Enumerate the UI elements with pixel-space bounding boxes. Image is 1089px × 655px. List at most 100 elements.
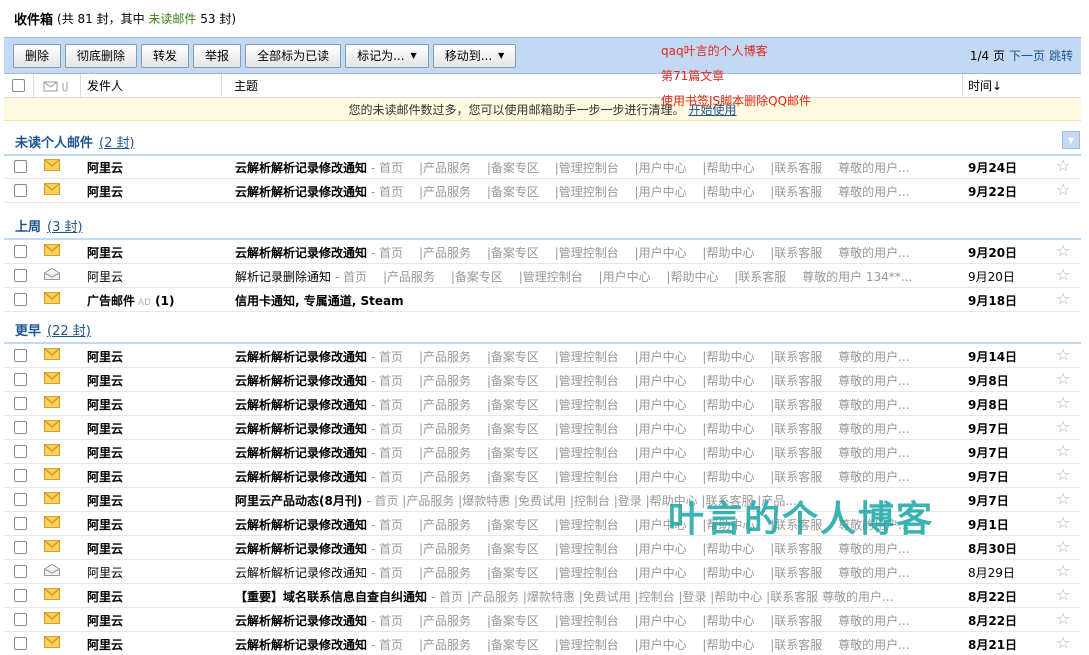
row-checkbox[interactable] [14,493,27,506]
sender-name[interactable]: 阿里云 [87,268,123,285]
mail-subject[interactable]: 云解析解析记录修改通知 - 首页 |产品服务 |备案专区 |管理控制台 |用户中心… [235,540,950,557]
star-outline-icon[interactable]: ☆ [1056,633,1070,652]
row-checkbox[interactable] [14,421,27,434]
mail-row[interactable]: 阿里云 云解析解析记录修改通知 - 首页 |产品服务 |备案专区 |管理控制台 |用… [4,179,1081,203]
star-outline-icon[interactable]: ☆ [1056,417,1070,436]
star-outline-icon[interactable]: ☆ [1056,345,1070,364]
row-checkbox[interactable] [14,245,27,258]
sender-name[interactable]: 阿里云 [87,564,123,581]
subject-column-header[interactable]: 主题 [222,74,963,97]
select-all-checkbox[interactable] [12,79,25,92]
permanent-delete-button[interactable]: 彻底删除 [65,43,138,68]
mail-subject[interactable]: 云解析解析记录修改通知 - 首页 |产品服务 |备案专区 |管理控制台 |用户中心… [235,564,950,581]
unread-link[interactable]: 未读邮件 [148,12,196,26]
sender-name[interactable]: 阿里云 [87,588,123,605]
row-checkbox[interactable] [14,445,27,458]
row-checkbox[interactable] [14,349,27,362]
group-header[interactable]: 更早 (22 封) [4,316,1081,344]
row-checkbox[interactable] [14,373,27,386]
mail-row[interactable]: 阿里云 云解析解析记录修改通知 - 首页 |产品服务 |备案专区 |管理控制台 |用… [4,440,1081,464]
mark-as-dropdown[interactable]: 标记为... ▼ [345,43,429,68]
move-to-dropdown[interactable]: 移动到... ▼ [432,43,517,68]
mail-row[interactable]: 阿里云 云解析解析记录修改通知 - 首页 |产品服务 |备案专区 |管理控制台 |用… [4,416,1081,440]
sender-name[interactable]: 阿里云 [87,348,123,365]
mail-subject[interactable]: 云解析解析记录修改通知 - 首页 |产品服务 |备案专区 |管理控制台 |用户中心… [235,636,950,653]
star-outline-icon[interactable]: ☆ [1056,513,1070,532]
mail-subject[interactable]: 【重要】域名联系信息自查自纠通知 - 首页 |产品服务 |爆款特惠 |免费试用 |… [235,588,950,605]
row-checkbox[interactable] [14,517,27,530]
sender-name[interactable]: 阿里云 [87,540,123,557]
star-outline-icon[interactable]: ☆ [1056,609,1070,628]
mail-subject[interactable]: 云解析解析记录修改通知 - 首页 |产品服务 |备案专区 |管理控制台 |用户中心… [235,396,950,413]
mail-subject[interactable]: 云解析解析记录修改通知 - 首页 |产品服务 |备案专区 |管理控制台 |用户中心… [235,244,950,261]
star-outline-icon[interactable]: ☆ [1056,585,1070,604]
mail-row[interactable]: 阿里云 【重要】域名联系信息自查自纠通知 - 首页 |产品服务 |爆款特惠 |免费试… [4,584,1081,608]
from-column-header[interactable]: 发件人 [81,74,222,97]
sender-name[interactable]: 阿里云 [87,612,123,629]
row-checkbox[interactable] [14,469,27,482]
row-checkbox[interactable] [14,184,27,197]
mail-row[interactable]: 阿里云 云解析解析记录修改通知 - 首页 |产品服务 |备案专区 |管理控制台 |用… [4,240,1081,264]
mail-subject[interactable]: 云解析解析记录修改通知 - 首页 |产品服务 |备案专区 |管理控制台 |用户中心… [235,159,950,176]
mark-all-read-button[interactable]: 全部标为已读 [245,43,342,68]
mail-row[interactable]: 阿里云 云解析解析记录修改通知 - 首页 |产品服务 |备案专区 |管理控制台 |用… [4,392,1081,416]
star-outline-icon[interactable]: ☆ [1056,393,1070,412]
star-outline-icon[interactable]: ☆ [1056,561,1070,580]
mail-subject[interactable]: 云解析解析记录修改通知 - 首页 |产品服务 |备案专区 |管理控制台 |用户中心… [235,468,950,485]
sender-name[interactable]: 阿里云 [87,516,123,533]
mail-subject[interactable]: 云解析解析记录修改通知 - 首页 |产品服务 |备案专区 |管理控制台 |用户中心… [235,372,950,389]
star-outline-icon[interactable]: ☆ [1056,369,1070,388]
mail-subject[interactable]: 信用卡通知, 专属通道, Steam [235,292,950,309]
row-checkbox[interactable] [14,160,27,173]
sender-name[interactable]: 阿里云 [87,244,123,261]
mail-subject[interactable]: 云解析解析记录修改通知 - 首页 |产品服务 |备案专区 |管理控制台 |用户中心… [235,183,950,200]
star-outline-icon[interactable]: ☆ [1056,441,1070,460]
star-outline-icon[interactable]: ☆ [1056,241,1070,260]
sender-name[interactable]: 广告邮件 AD (1) [87,292,174,309]
star-outline-icon[interactable]: ☆ [1056,465,1070,484]
mail-row[interactable]: 阿里云 云解析解析记录修改通知 - 首页 |产品服务 |备案专区 |管理控制台 |用… [4,344,1081,368]
sender-name[interactable]: 阿里云 [87,636,123,653]
mail-subject[interactable]: 云解析解析记录修改通知 - 首页 |产品服务 |备案专区 |管理控制台 |用户中心… [235,444,950,461]
group-header[interactable]: 上周 (3 封) [4,212,1081,240]
forward-button[interactable]: 转发 [141,43,190,68]
mail-subject[interactable]: 云解析解析记录修改通知 - 首页 |产品服务 |备案专区 |管理控制台 |用户中心… [235,612,950,629]
time-column-header[interactable]: 时间↓ [963,74,1081,97]
row-checkbox[interactable] [14,637,27,650]
sender-name[interactable]: 阿里云 [87,468,123,485]
row-checkbox[interactable] [14,397,27,410]
mail-subject[interactable]: 解析记录删除通知 - 首页 |产品服务 |备案专区 |管理控制台 |用户中心 |帮… [235,268,950,285]
jump-link[interactable]: 跳转 [1049,47,1073,64]
sender-name[interactable]: 阿里云 [87,159,123,176]
row-checkbox[interactable] [14,541,27,554]
mail-row[interactable]: 阿里云 云解析解析记录修改通知 - 首页 |产品服务 |备案专区 |管理控制台 |用… [4,368,1081,392]
sender-name[interactable]: 阿里云 [87,372,123,389]
star-outline-icon[interactable]: ☆ [1056,489,1070,508]
star-outline-icon[interactable]: ☆ [1056,156,1070,175]
star-outline-icon[interactable]: ☆ [1056,265,1070,284]
sender-name[interactable]: 阿里云 [87,444,123,461]
mail-subject[interactable]: 云解析解析记录修改通知 - 首页 |产品服务 |备案专区 |管理控制台 |用户中心… [235,420,950,437]
mail-row[interactable]: 广告邮件 AD (1) 信用卡通知, 专属通道, Steam 9月18日 ☆ [4,288,1081,312]
mail-row[interactable]: 阿里云 云解析解析记录修改通知 - 首页 |产品服务 |备案专区 |管理控制台 |用… [4,608,1081,632]
mail-row[interactable]: 阿里云 云解析解析记录修改通知 - 首页 |产品服务 |备案专区 |管理控制台 |用… [4,560,1081,584]
row-checkbox[interactable] [14,565,27,578]
delete-button[interactable]: 删除 [13,43,62,68]
mail-row[interactable]: 阿里云 云解析解析记录修改通知 - 首页 |产品服务 |备案专区 |管理控制台 |用… [4,632,1081,655]
mail-row[interactable]: 阿里云 解析记录删除通知 - 首页 |产品服务 |备案专区 |管理控制台 |用户中心… [4,264,1081,288]
sender-name[interactable]: 阿里云 [87,396,123,413]
group-count[interactable]: (22 封) [47,320,91,339]
star-outline-icon[interactable]: ☆ [1056,537,1070,556]
star-outline-icon[interactable]: ☆ [1056,289,1070,308]
mail-row[interactable]: 阿里云 云解析解析记录修改通知 - 首页 |产品服务 |备案专区 |管理控制台 |用… [4,464,1081,488]
star-outline-icon[interactable]: ☆ [1056,180,1070,199]
row-checkbox[interactable] [14,613,27,626]
sender-name[interactable]: 阿里云 [87,420,123,437]
collapse-icon[interactable]: ▼ [1062,131,1080,149]
row-checkbox[interactable] [14,269,27,282]
group-count[interactable]: (2 封) [99,132,135,151]
mail-row[interactable]: 阿里云 云解析解析记录修改通知 - 首页 |产品服务 |备案专区 |管理控制台 |用… [4,155,1081,179]
sender-name[interactable]: 阿里云 [87,492,123,509]
next-page-link[interactable]: 下一页 [1009,47,1045,64]
sender-name[interactable]: 阿里云 [87,183,123,200]
